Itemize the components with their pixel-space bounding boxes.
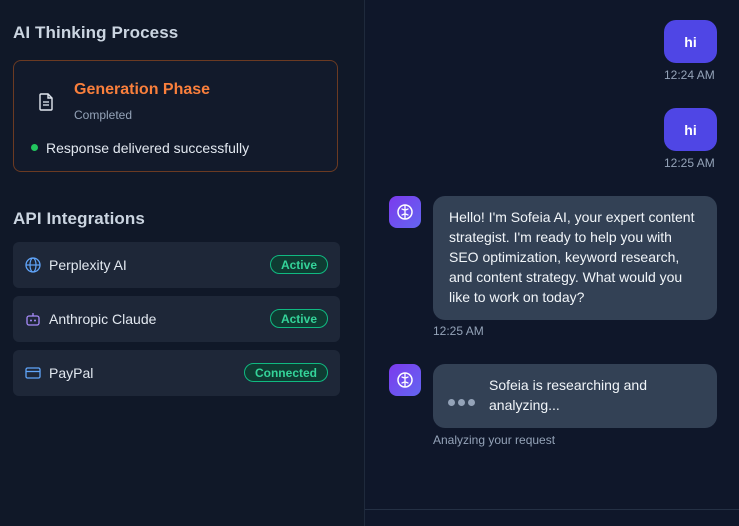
status-badge: Active [269,255,328,274]
integration-name: Anthropic Claude [49,311,157,327]
assistant-avatar [389,364,421,396]
thinking-process-title: AI Thinking Process [13,23,179,42]
integration-name: PayPal [49,365,94,381]
message-timestamp: 12:25 AM [433,324,484,338]
bot-icon [26,313,40,326]
phase-title: Generation Phase [74,81,211,98]
status-badge: Connected [243,363,328,382]
typing-status: Analyzing your request [433,433,556,447]
message-timestamp: 12:24 AM [664,68,715,82]
phase-status: Completed [74,108,133,122]
integration-anthropic[interactable]: Anthropic Claude Active [13,296,340,342]
globe-icon [25,257,41,273]
integration-perplexity[interactable]: Perplexity AI Active [13,242,340,288]
typing-dots-icon [448,391,478,411]
status-badge: Active [269,309,328,328]
message-timestamp: 12:25 AM [664,156,715,170]
user-message-bubble: hi [664,20,717,63]
integration-name: Perplexity AI [49,257,127,273]
api-integrations-title: API Integrations [13,209,145,228]
phase-message: Response delivered successfully [46,140,250,156]
chat-input-divider [365,509,739,510]
assistant-avatar [389,196,421,228]
success-dot-icon [31,144,38,151]
integration-paypal[interactable]: PayPal Connected [13,350,340,396]
typing-indicator-bubble: Sofeia is researching and analyzing... [433,364,717,428]
user-message-bubble: hi [664,108,717,151]
document-icon [39,93,53,111]
phase-card: Generation Phase Completed Response deli… [13,60,338,172]
credit-card-icon [25,367,41,379]
brain-icon [397,204,413,220]
brain-icon [397,372,413,388]
assistant-message-bubble: Hello! I'm Sofeia AI, your expert conten… [433,196,717,320]
typing-text: Sofeia is researching and analyzing... [489,377,647,413]
